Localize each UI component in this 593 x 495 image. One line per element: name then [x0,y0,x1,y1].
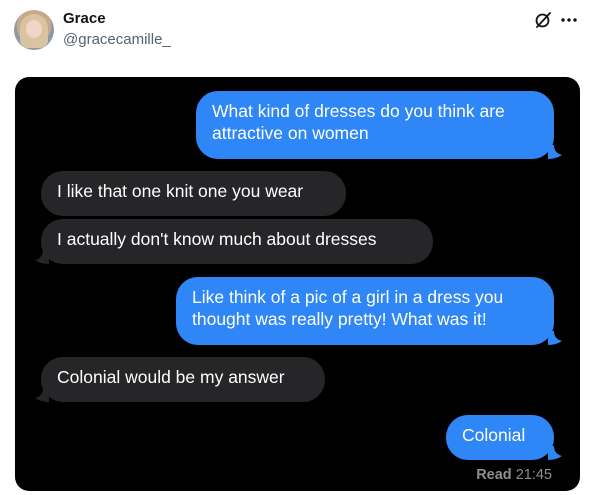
grok-icon[interactable] [533,10,553,30]
message-text: I like that one knit one you wear [57,181,304,201]
read-receipt: Read 21:45 [476,467,552,483]
message-text: Colonial [462,425,526,445]
bubble-tail [548,145,562,159]
bubble-tail [35,388,49,402]
received-message-bubble: Colonial would be my answer [41,357,325,402]
sent-message-bubble: What kind of dresses do you think are at… [196,91,554,159]
sent-message-bubble: Colonial [446,415,554,460]
read-receipt-time: 21:45 [515,467,552,483]
author-handle[interactable]: @gracecamille_ [63,31,171,48]
avatar[interactable] [14,10,54,50]
bubble-tail [548,446,562,460]
message-text: Like think of a pic of a girl in a dress… [192,287,504,329]
read-receipt-label: Read [476,467,512,483]
message-text: What kind of dresses do you think are at… [212,101,505,143]
message-text: Colonial would be my answer [57,367,285,387]
screenshot-media[interactable]: What kind of dresses do you think are at… [15,77,580,491]
sent-message-bubble: Like think of a pic of a girl in a dress… [176,277,554,345]
bubble-tail [548,331,562,345]
received-message-bubble: I like that one knit one you wear [41,171,346,216]
bubble-tail [35,250,49,264]
post-header: Grace @gracecamille_ [0,0,593,70]
message-text: I actually don't know much about dresses [57,229,377,249]
author-name[interactable]: Grace [63,10,106,27]
received-message-bubble: I actually don't know much about dresses [41,219,433,264]
more-icon[interactable] [559,10,579,30]
